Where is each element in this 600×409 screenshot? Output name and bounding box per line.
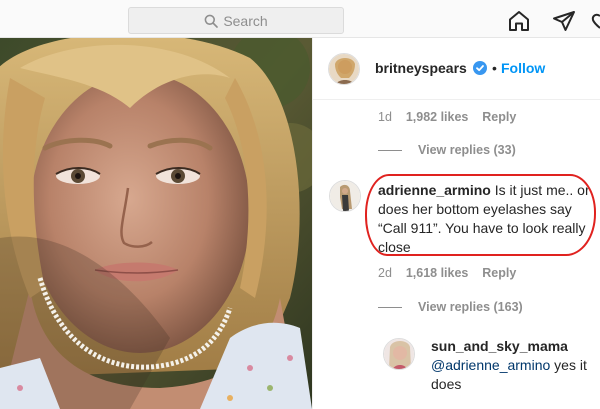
home-icon[interactable] xyxy=(507,9,531,33)
avatar-image xyxy=(329,54,359,84)
search-input[interactable]: Search xyxy=(128,7,344,34)
author-avatar[interactable] xyxy=(328,53,360,85)
reply-button[interactable]: Reply xyxy=(482,266,516,280)
replier-avatar[interactable] xyxy=(383,338,415,370)
activity-heart-icon[interactable] xyxy=(591,9,600,33)
view-replies-label: View replies (163) xyxy=(418,300,523,314)
avatar-image xyxy=(330,181,360,211)
separator-dot: • xyxy=(492,60,497,76)
replier-username[interactable]: sun_and_sky_mama xyxy=(431,338,568,354)
view-replies-button[interactable]: View replies (33) xyxy=(378,143,516,157)
comment-likes[interactable]: 1,982 likes xyxy=(406,110,469,124)
comment-likes[interactable]: 1,618 likes xyxy=(406,266,469,280)
mention-link[interactable]: @adrienne_armino xyxy=(431,357,550,373)
divider-line xyxy=(378,306,402,308)
red-highlight-circle xyxy=(365,174,596,256)
reply-button[interactable]: Reply xyxy=(482,110,516,124)
follow-button[interactable]: Follow xyxy=(501,60,545,76)
comment-meta: 1d 1,982 likes Reply xyxy=(378,110,516,124)
post-photo xyxy=(0,38,312,409)
divider-line xyxy=(378,149,402,151)
comment-time[interactable]: 1d xyxy=(378,110,392,124)
author-username[interactable]: britneyspears xyxy=(375,60,467,76)
selfie-image xyxy=(0,38,312,409)
direct-send-icon[interactable] xyxy=(552,9,576,33)
commenter-avatar[interactable] xyxy=(329,180,361,212)
post-header: britneyspears • Follow xyxy=(313,38,600,100)
search-placeholder: Search xyxy=(223,12,268,29)
comments-panel: britneyspears • Follow 1d 1,982 likes Re… xyxy=(312,38,600,409)
verified-badge-icon xyxy=(473,61,487,75)
comment-meta: 2d 1,618 likes Reply xyxy=(378,266,516,280)
view-replies-label: View replies (33) xyxy=(418,143,516,157)
search-icon xyxy=(204,14,219,28)
top-navigation-bar: Search xyxy=(0,0,600,38)
reply-body: sun_and_sky_mama @adrienne_armino yes it… xyxy=(431,337,596,394)
avatar-image xyxy=(384,339,414,369)
view-replies-button[interactable]: View replies (163) xyxy=(378,300,523,314)
comment-time[interactable]: 2d xyxy=(378,266,392,280)
